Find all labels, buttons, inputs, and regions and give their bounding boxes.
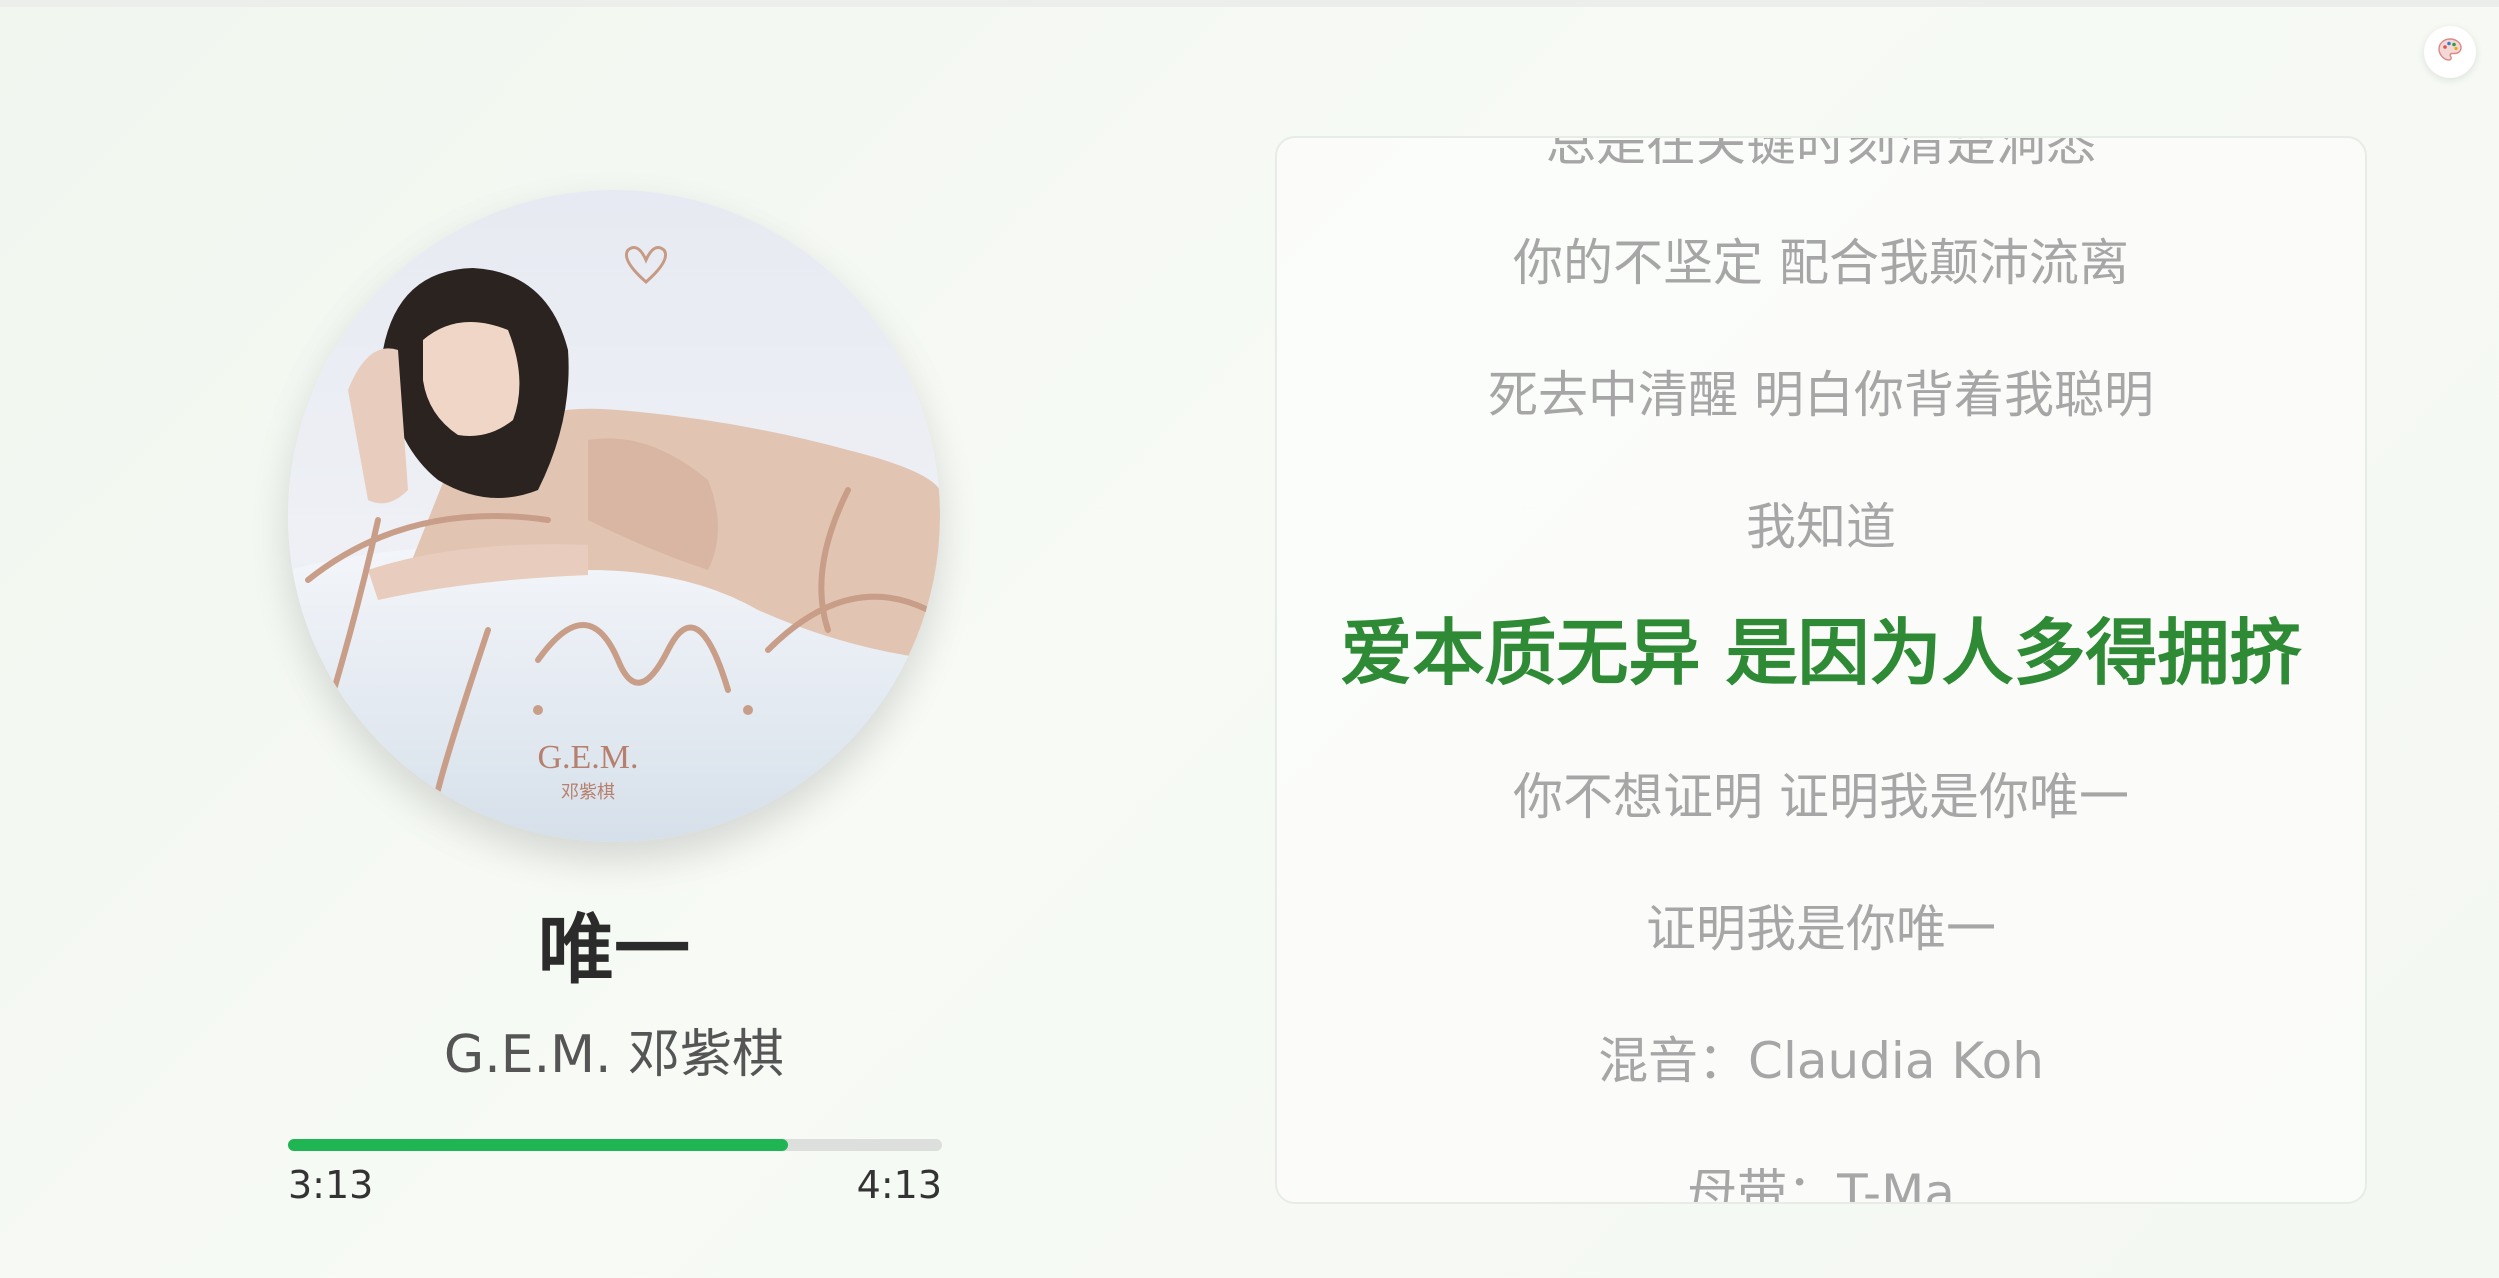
song-title: 唯一 [538,905,690,994]
cover-name-text: 邓紫棋 [561,782,615,803]
lyric-line[interactable]: 母带：T-Ma [1277,1158,2365,1202]
progress-fill [288,1139,789,1151]
lyrics-panel[interactable]: 总是在关键时刻清楚洞悉你的不坚定 配合我颠沛流离 死去中清醒 明白你背着我聪明 我知… [1275,136,2367,1204]
lyric-line[interactable]: 总是在关键时刻清楚洞悉 [1277,138,2365,178]
palette-icon [2437,37,2463,67]
current-time: 3:13 [288,1163,374,1207]
lyric-line[interactable]: 我知道 [1277,492,2365,562]
total-time: 4:13 [856,1163,942,1207]
progress-bar[interactable] [288,1139,942,1151]
song-artist: G.E.M. 邓紫棋 [443,1025,785,1085]
lyric-line[interactable]: 你的不坚定 配合我颠沛流离 [1277,228,2365,298]
theme-toggle-button[interactable] [2424,26,2476,78]
lyric-line[interactable]: 混音：Claudia Koh [1277,1026,2365,1096]
lyric-line[interactable]: 你不想证明 证明我是你唯一 [1277,762,2365,832]
lyric-line[interactable]: 证明我是你唯一 [1277,894,2365,964]
window-top-border [0,0,2499,7]
cover-brand-text: G.E.M. [537,739,638,776]
album-cover: G.E.M. 邓紫棋 [288,190,940,842]
lyric-line[interactable]: 死去中清醒 明白你背着我聪明 [1277,360,2365,430]
lyric-line-active[interactable]: 爱本质无异 是因为人多得拥挤 [1277,608,2365,698]
